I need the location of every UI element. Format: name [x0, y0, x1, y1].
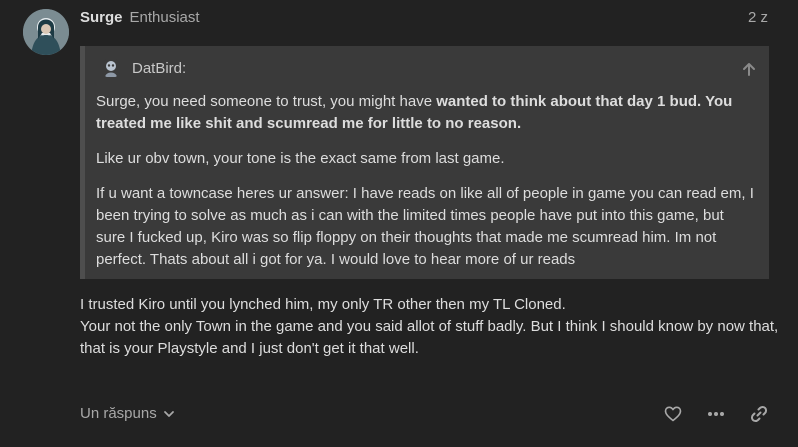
post-line: Your not the only Town in the game and y…	[80, 318, 779, 357]
arrow-up-icon[interactable]	[741, 58, 757, 80]
quote-block: DatBird: Surge, you need someone to trus…	[80, 46, 769, 279]
share-link-button[interactable]	[748, 402, 770, 426]
quote-paragraph: Surge, you need someone to trust, you mi…	[96, 91, 757, 135]
post-line: I trusted Kiro until you lynched him, my…	[80, 296, 566, 313]
user-avatar-image	[23, 9, 69, 55]
ellipsis-icon	[707, 411, 725, 417]
quote-header: DatBird:	[101, 58, 757, 80]
quote-body: Surge, you need someone to trust, you mi…	[96, 91, 757, 284]
quote-paragraph: Like ur obv town, your tone is the exact…	[96, 148, 757, 170]
author-user-title: Enthusiast	[129, 9, 200, 26]
author-username[interactable]: Surge	[80, 9, 123, 26]
replies-toggle-button[interactable]: Un răspuns	[80, 402, 175, 426]
author-avatar[interactable]	[23, 9, 69, 55]
chevron-down-icon	[163, 408, 175, 420]
post-actions	[641, 402, 770, 426]
quote-author[interactable]: DatBird:	[132, 58, 186, 80]
more-options-button[interactable]	[705, 402, 727, 426]
replies-label: Un răspuns	[80, 405, 157, 422]
quote-text: If u want a towncase heres ur answer: I …	[96, 185, 754, 268]
quoted-user-avatar	[101, 58, 121, 78]
post-header: Surge Enthusiast 2 z	[80, 9, 768, 27]
link-icon	[750, 405, 768, 423]
quote-paragraph: If u want a towncase heres ur answer: I …	[96, 183, 757, 271]
heart-icon	[664, 406, 682, 422]
post-body: I trusted Kiro until you lynched him, my…	[80, 294, 780, 360]
post-date[interactable]: 2 z	[748, 9, 768, 27]
quote-text: Surge, you need someone to trust, you mi…	[96, 93, 437, 110]
quote-text: Like ur obv town, your tone is the exact…	[96, 150, 505, 167]
like-button[interactable]	[662, 402, 684, 426]
